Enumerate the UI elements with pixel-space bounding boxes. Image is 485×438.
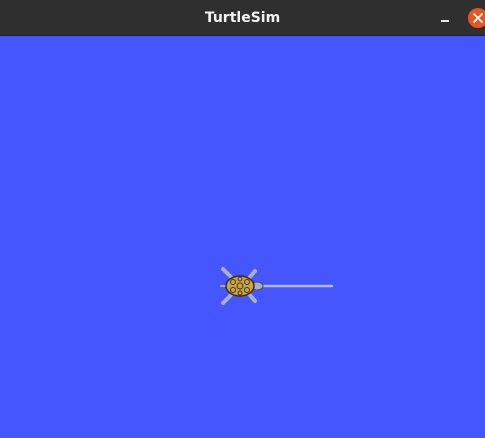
simulation-canvas — [0, 36, 485, 438]
title-bar[interactable]: TurtleSim — [0, 0, 485, 36]
close-button[interactable] — [468, 8, 485, 28]
close-icon — [473, 13, 483, 23]
window-title: TurtleSim — [204, 10, 281, 26]
minimize-icon — [441, 20, 449, 22]
turtle-icon — [220, 267, 264, 305]
minimize-button[interactable] — [432, 6, 456, 30]
turtlesim-window: TurtleSim — [0, 0, 485, 438]
